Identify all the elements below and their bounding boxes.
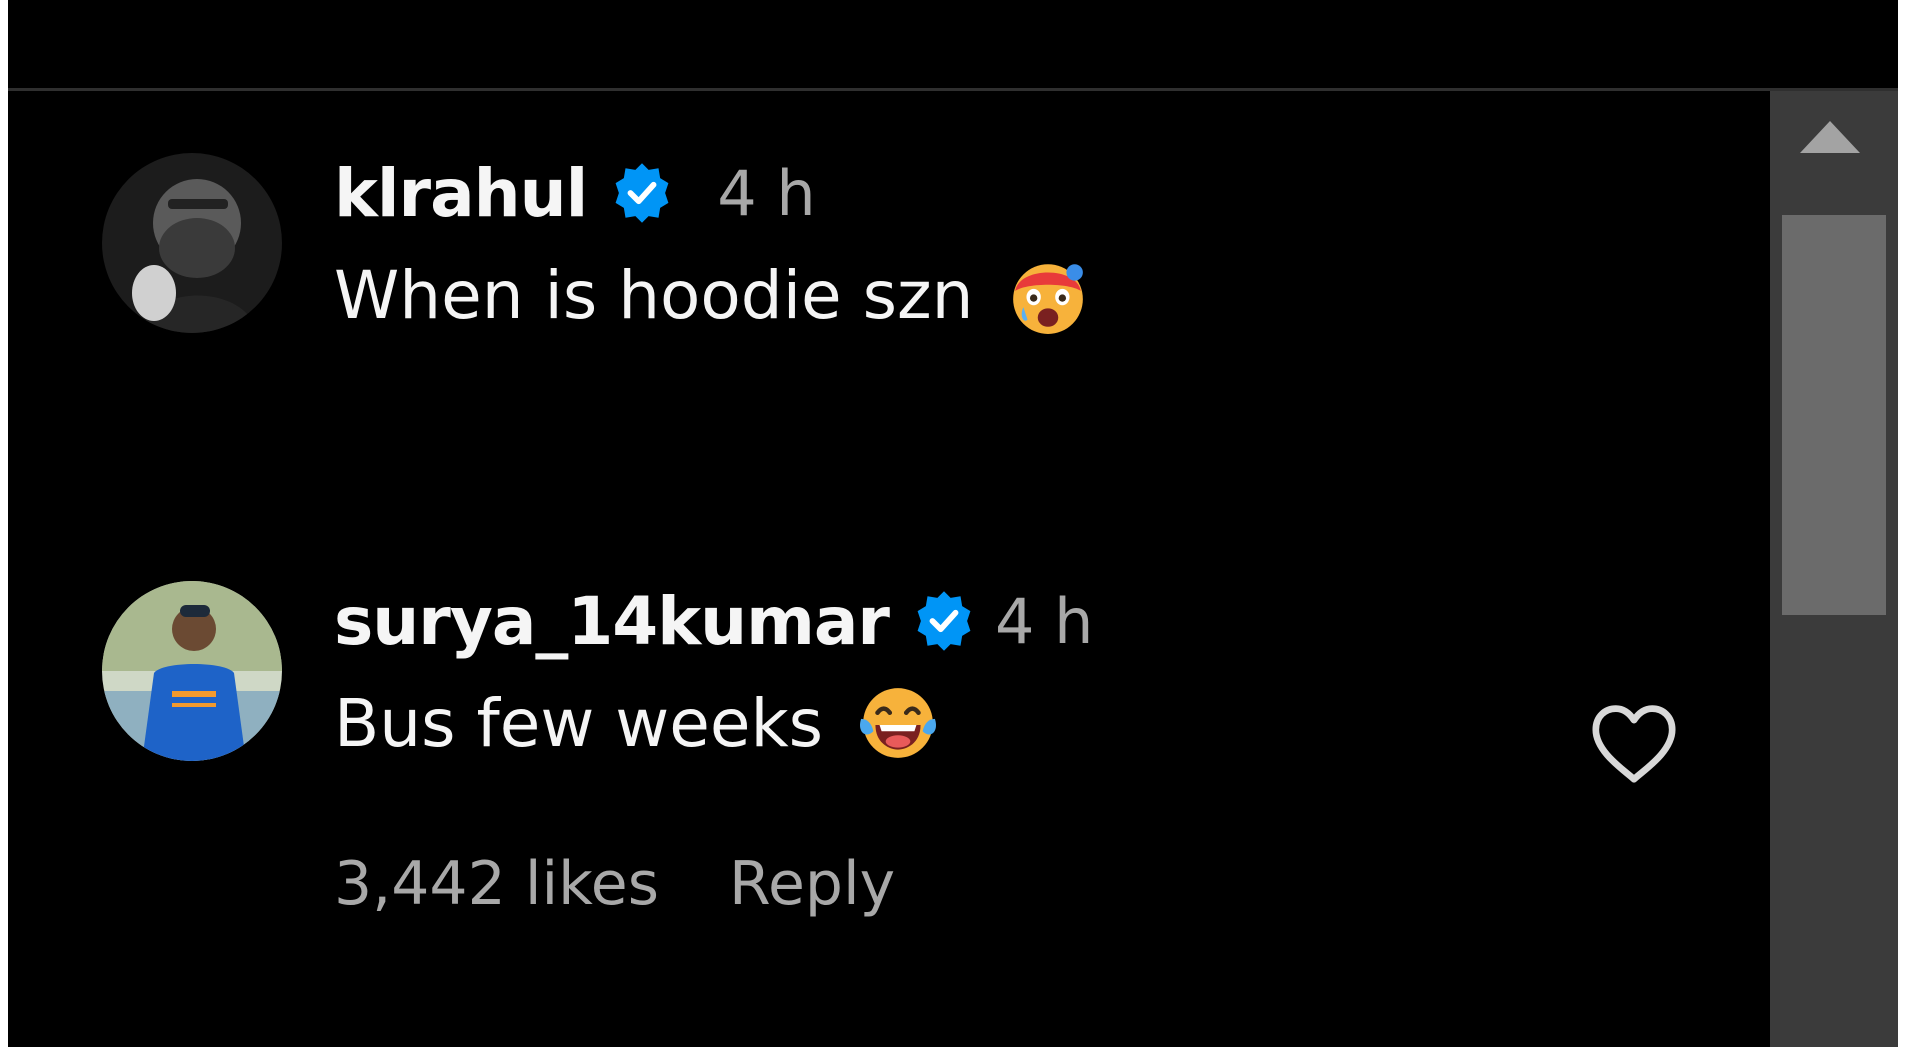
like-heart-icon[interactable] bbox=[1588, 701, 1680, 785]
comments-list: klrahul 4 h When is hoodie szn surya_14k… bbox=[8, 91, 1770, 1047]
avatar[interactable] bbox=[102, 153, 282, 333]
scrollbar[interactable] bbox=[1770, 91, 1898, 1047]
scrollbar-thumb[interactable] bbox=[1782, 215, 1886, 615]
window-edge bbox=[1898, 0, 1920, 1047]
username[interactable]: klrahul bbox=[334, 155, 588, 232]
timestamp[interactable]: 4 h bbox=[717, 157, 815, 230]
tears-of-joy-emoji-icon bbox=[857, 682, 939, 764]
comment-text: When is hoodie szn bbox=[334, 256, 974, 334]
verified-badge-icon bbox=[609, 160, 675, 226]
comments-window: klrahul 4 h When is hoodie szn surya_14k… bbox=[8, 0, 1898, 1047]
top-bar bbox=[8, 0, 1898, 91]
comment-text: Bus few weeks bbox=[334, 684, 824, 762]
verified-badge-icon bbox=[911, 588, 977, 654]
scroll-up-arrow-icon[interactable] bbox=[1800, 121, 1860, 153]
reply-button[interactable]: Reply bbox=[729, 849, 895, 919]
avatar[interactable] bbox=[102, 581, 282, 761]
likes-count[interactable]: 3,442 likes bbox=[334, 849, 659, 919]
hot-face-emoji-icon bbox=[1007, 254, 1089, 336]
username[interactable]: surya_14kumar bbox=[334, 583, 890, 660]
timestamp[interactable]: 4 h bbox=[995, 585, 1093, 658]
